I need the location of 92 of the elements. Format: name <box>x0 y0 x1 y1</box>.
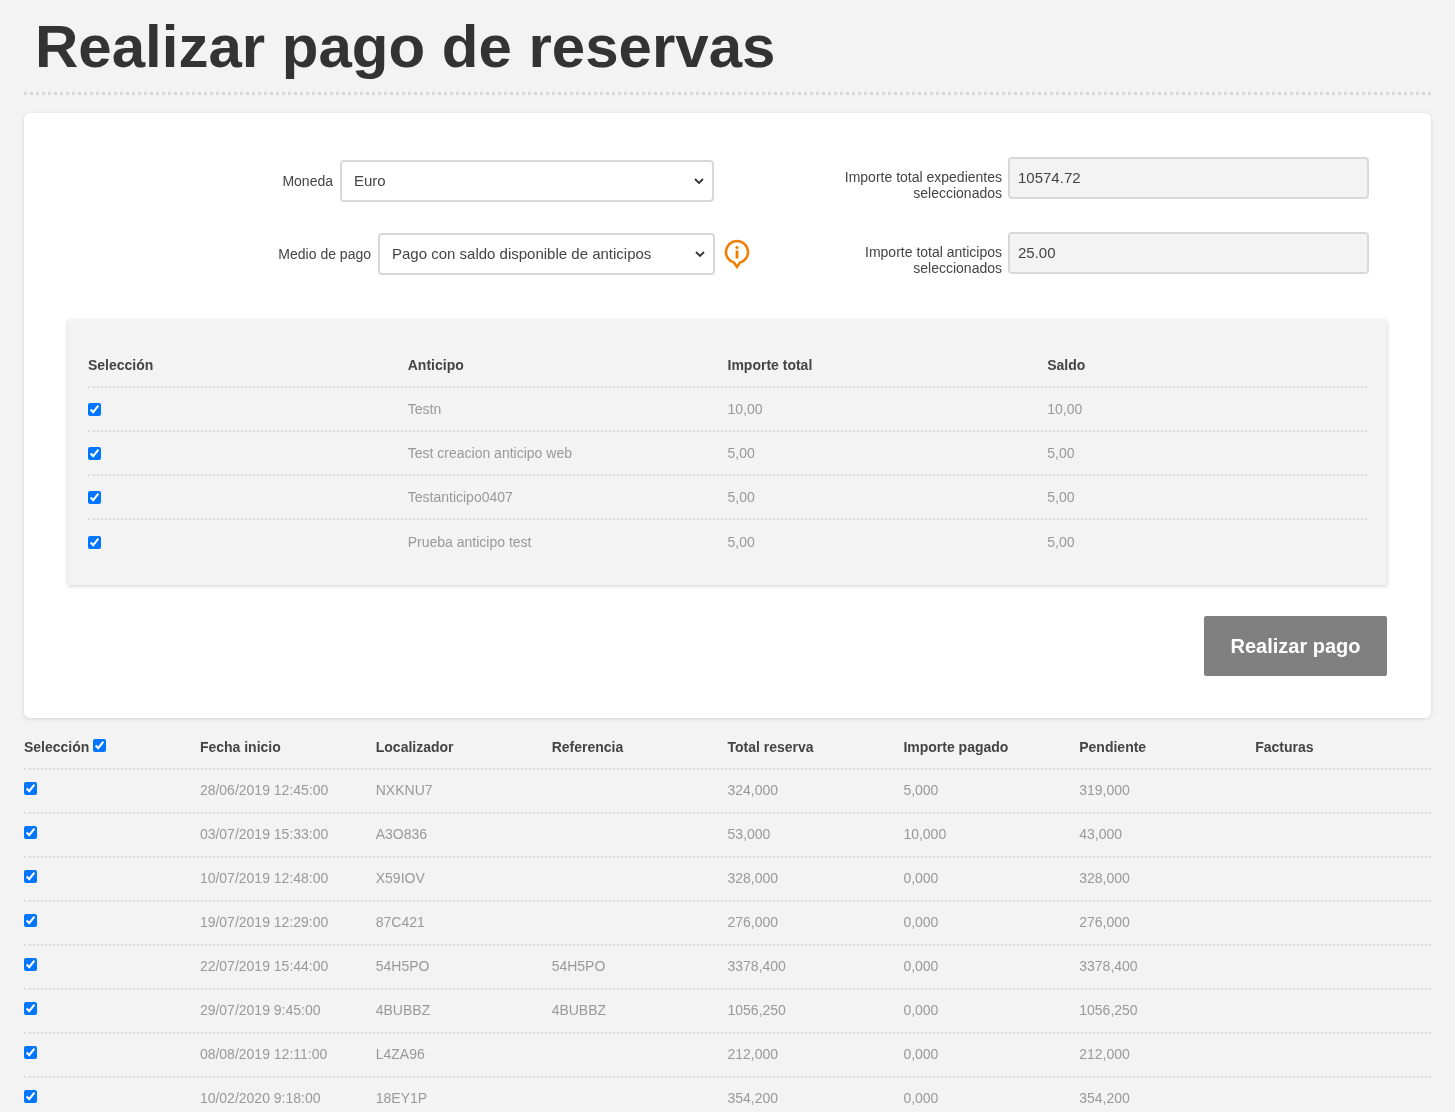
table-cell-text: 5,00 <box>727 532 756 552</box>
checkbox[interactable] <box>24 1090 37 1103</box>
table-cell-text: 0,000 <box>903 1089 940 1108</box>
column-header: Importe pagado <box>903 737 1010 757</box>
column-header: Selección <box>88 355 155 375</box>
chevron-down-icon <box>694 177 704 185</box>
table-cell-text: 10/02/2020 9:18:00 <box>199 1089 322 1108</box>
table-cell-text: 10/07/2019 12:48:00 <box>199 869 330 888</box>
table-cell-text: 53,000 <box>727 825 772 844</box>
amount-field[interactable]: 25.00 <box>1008 232 1369 274</box>
table-cell-text: 43,000 <box>1079 825 1124 844</box>
table-cell-text: Prueba anticipo test <box>407 532 533 552</box>
table-cell-text: 28/06/2019 12:45:00 <box>199 781 330 800</box>
pay-button[interactable]: Realizar pago <box>1204 616 1387 676</box>
column-header: Pendiente <box>1079 737 1148 757</box>
column-header: Anticipo <box>407 355 465 375</box>
info-icon[interactable] <box>724 239 750 269</box>
table-cell-text: 0,000 <box>903 1045 940 1064</box>
table-cell-text: 87C421 <box>375 913 426 932</box>
page-title: Realizar pago de reservas <box>34 12 777 82</box>
table-cell-text: 212,000 <box>1079 1045 1131 1064</box>
select-field[interactable]: Pago con saldo disponible de anticipos <box>378 233 715 275</box>
checkbox[interactable] <box>24 1046 37 1059</box>
checkbox[interactable] <box>88 535 101 549</box>
table-cell-text: 5,000 <box>903 781 940 800</box>
column-header: Referencia <box>551 737 625 757</box>
column-header: Saldo <box>1047 355 1087 375</box>
amount-field[interactable]: 10574.72 <box>1008 157 1369 199</box>
column-header: Fecha inicio <box>199 737 282 757</box>
table-cell-text: 3378,400 <box>1079 957 1139 976</box>
table-cell-text: 0,000 <box>903 869 940 888</box>
column-header: Selección <box>24 737 90 757</box>
table-cell-text: 03/07/2019 15:33:00 <box>199 825 330 844</box>
table-cell-text: Testn <box>407 399 443 419</box>
column-header: Total reserva <box>727 737 815 757</box>
column-header: Facturas <box>1255 737 1315 757</box>
table-cell-text: 0,000 <box>903 913 940 932</box>
table-cell-text: 1056,250 <box>727 1001 787 1020</box>
table-cell-text: 54H5PO <box>551 957 607 976</box>
table-cell-text: 19/07/2019 12:29:00 <box>199 913 330 932</box>
table-cell-text: 328,000 <box>727 869 780 888</box>
select-field[interactable]: Euro <box>340 160 714 202</box>
table-cell-text: X59IOV <box>375 869 426 888</box>
table-cell-text: 0,000 <box>903 957 940 976</box>
table-cell-text: Test creacion anticipo web <box>407 443 573 463</box>
table-cell-text: 29/07/2019 9:45:00 <box>199 1001 322 1020</box>
checkbox[interactable] <box>24 914 37 927</box>
checkbox[interactable] <box>24 958 37 971</box>
checkbox[interactable] <box>24 782 37 795</box>
checkbox[interactable] <box>88 490 101 504</box>
table-cell-text: 212,000 <box>727 1045 780 1064</box>
checkbox[interactable] <box>24 870 37 883</box>
table-cell-text: A3O836 <box>375 825 429 844</box>
column-header: Localizador <box>375 737 455 757</box>
table-cell-text: 54H5PO <box>375 957 431 976</box>
field-label: Importe total anticipos seleccionados <box>864 243 1002 276</box>
table-cell-text: 324,000 <box>727 781 780 800</box>
column-header: Importe total <box>727 355 814 375</box>
table-cell-text: 10,00 <box>1047 399 1084 419</box>
table-cell-text: 354,200 <box>727 1089 780 1108</box>
table-cell-text: Testanticipo0407 <box>407 487 514 507</box>
table-cell-text: 5,00 <box>1047 443 1076 463</box>
table-cell-text: 5,00 <box>1047 487 1076 507</box>
table-cell-text: 276,000 <box>727 913 780 932</box>
table-cell-text: L4ZA96 <box>375 1045 426 1064</box>
table-cell-text: 18EY1P <box>375 1089 429 1108</box>
checkbox[interactable] <box>24 1002 37 1015</box>
table-cell-text: 4BUBBZ <box>551 1001 608 1020</box>
table-cell-text: 319,000 <box>1079 781 1131 800</box>
table-cell-text: 328,000 <box>1079 869 1131 888</box>
checkbox[interactable] <box>88 402 101 416</box>
table-cell-text: 276,000 <box>1079 913 1131 932</box>
checkbox[interactable] <box>93 739 107 752</box>
field-label: Medio de pago <box>278 244 371 264</box>
table-cell-text: NXKNU7 <box>375 781 434 800</box>
table-cell-text: 10,000 <box>903 825 948 844</box>
field-label: Importe total expedientes seleccionados <box>843 168 1002 201</box>
table-cell-text: 3378,400 <box>727 957 787 976</box>
table-cell-text: 1056,250 <box>1079 1001 1139 1020</box>
table-cell-text: 10,00 <box>727 399 764 419</box>
table-cell-text: 22/07/2019 15:44:00 <box>199 957 330 976</box>
table-cell-text: 354,200 <box>1079 1089 1131 1108</box>
table-cell-text: 5,00 <box>727 443 756 463</box>
table-cell-text: 5,00 <box>1047 532 1076 552</box>
chevron-down-icon <box>695 250 705 258</box>
checkbox[interactable] <box>24 826 37 839</box>
field-label: Moneda <box>282 171 333 191</box>
table-cell-text: 4BUBBZ <box>375 1001 432 1020</box>
checkbox[interactable] <box>88 446 101 460</box>
table-cell-text: 0,000 <box>903 1001 940 1020</box>
table-cell-text: 08/08/2019 12:11:00 <box>199 1045 329 1064</box>
table-cell-text: 5,00 <box>727 487 756 507</box>
